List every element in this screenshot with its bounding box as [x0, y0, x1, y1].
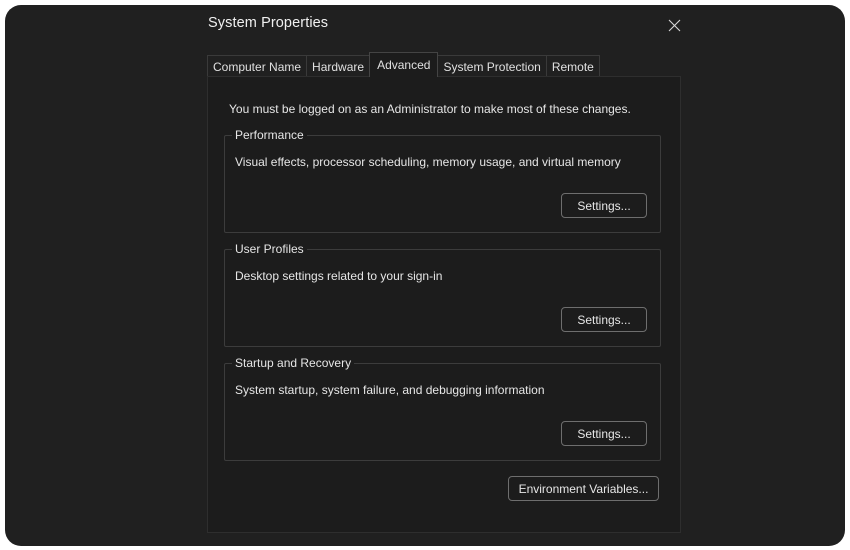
admin-notice: You must be logged on as an Administrato… [229, 102, 631, 116]
system-properties-dialog: System Properties Computer Name Hardware… [201, 5, 691, 546]
performance-settings-button[interactable]: Settings... [561, 193, 647, 218]
tab-system-protection[interactable]: System Protection [437, 55, 547, 77]
tab-advanced[interactable]: Advanced [369, 52, 439, 77]
title-bar: System Properties [201, 5, 691, 45]
advanced-tab-panel: You must be logged on as an Administrato… [207, 76, 681, 533]
tab-computer-name[interactable]: Computer Name [207, 55, 308, 77]
close-button[interactable] [657, 9, 691, 41]
close-icon [668, 19, 680, 31]
tab-hardware[interactable]: Hardware [306, 55, 371, 77]
window-title: System Properties [208, 15, 329, 31]
performance-description: Visual effects, processor scheduling, me… [235, 155, 621, 169]
tab-strip: Computer Name Hardware Advanced System P… [207, 52, 600, 77]
environment-variables-button[interactable]: Environment Variables... [508, 476, 659, 501]
startup-recovery-group: Startup and Recovery System startup, sys… [224, 356, 661, 461]
startup-recovery-description: System startup, system failure, and debu… [235, 383, 545, 397]
tab-remote[interactable]: Remote [545, 55, 600, 77]
user-profiles-group-label: User Profiles [232, 242, 307, 256]
user-profiles-settings-button[interactable]: Settings... [561, 307, 647, 332]
performance-group-label: Performance [232, 128, 307, 142]
user-profiles-description: Desktop settings related to your sign-in [235, 269, 443, 283]
startup-recovery-group-label: Startup and Recovery [232, 356, 355, 370]
startup-recovery-settings-button[interactable]: Settings... [561, 421, 647, 446]
user-profiles-group: User Profiles Desktop settings related t… [224, 242, 661, 347]
performance-group: Performance Visual effects, processor sc… [224, 128, 661, 233]
